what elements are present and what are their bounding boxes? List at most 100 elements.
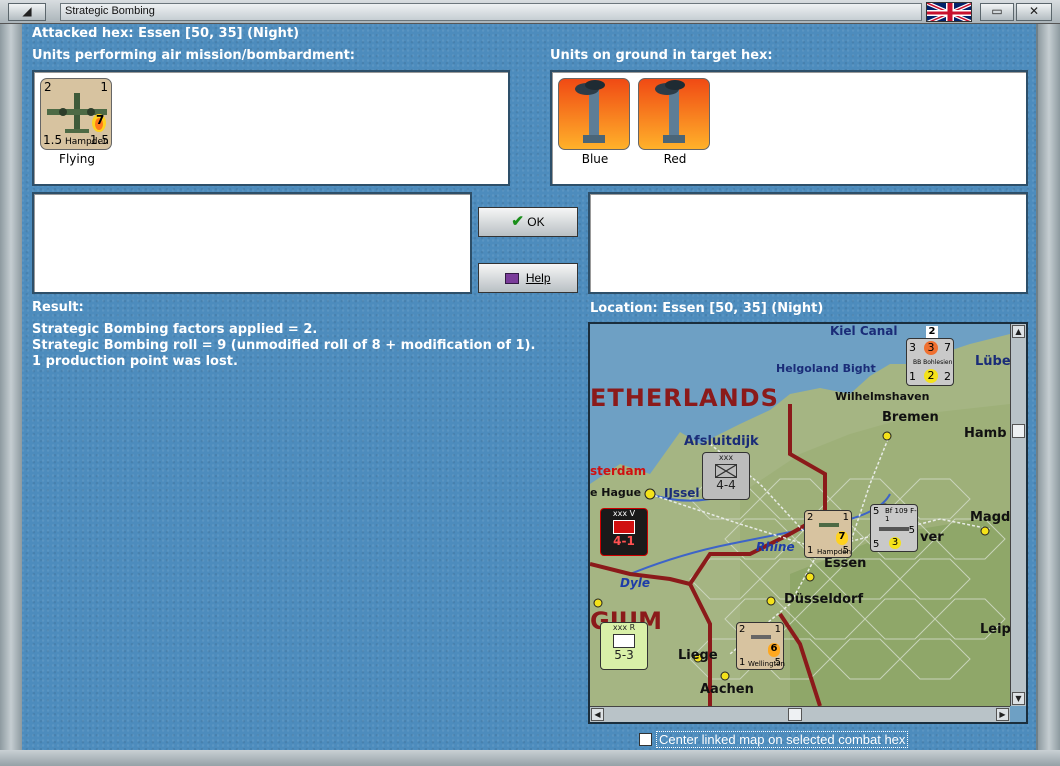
counter-name: Bf 109 F-1	[885, 507, 917, 523]
counter-size: xxx	[612, 623, 628, 632]
horizontal-scroll-thumb[interactable]	[788, 708, 802, 721]
counter-value: 5-3	[614, 648, 634, 662]
map-label-afsluitdijk: Afsluitdijk	[684, 434, 759, 449]
defender-unit-red[interactable]: Red	[638, 78, 712, 166]
factory-counter	[558, 78, 630, 150]
defenders-panel[interactable]: Blue Red	[550, 70, 1028, 186]
map-label-aachen: Aachen	[700, 682, 754, 697]
ok-button-label: OK	[527, 215, 545, 229]
counter-value: 5	[873, 539, 880, 550]
vertical-scroll-thumb[interactable]	[1012, 424, 1025, 438]
attacked-hex-label: Attacked hex: Essen [50, 35] (Night)	[32, 26, 300, 41]
scroll-right-icon[interactable]: ▶	[996, 708, 1009, 721]
left-border	[0, 24, 22, 750]
counter-value: 3	[924, 341, 938, 355]
counter-type: BB Bohlesien	[913, 359, 953, 366]
factory-icon	[655, 80, 685, 143]
counter-value: 5	[873, 506, 880, 517]
map-counter-hampden[interactable]: 2 1 7 1 Hampden 5	[804, 510, 852, 558]
help-book-icon	[505, 273, 520, 285]
title-bar: ◢ Strategic Bombing ▭ ✕	[0, 0, 1060, 24]
unit-status: Flying	[59, 152, 95, 166]
map-counter-corps-red[interactable]: xxx V 4-1	[600, 508, 648, 556]
map-label-liege: Liege	[678, 648, 718, 663]
result-line: 1 production point was lost.	[32, 354, 238, 369]
checkmark-icon: ✔	[511, 213, 524, 230]
map-label-leipzig: Leip	[980, 622, 1011, 637]
scroll-left-icon[interactable]: ◀	[591, 708, 604, 721]
map-label-amsterdam: sterdam	[590, 464, 647, 478]
map-label-dusseldorf: Düsseldorf	[784, 592, 864, 607]
system-menu-button[interactable]: ◢	[8, 3, 46, 21]
map-counter-wellington[interactable]: 2 1 6 1 Wellington 5	[736, 622, 785, 670]
counter-factor: 7	[836, 531, 848, 545]
factory-icon	[575, 80, 605, 143]
map-label-helgoland: Helgoland Bight	[776, 362, 876, 375]
counter-tag: V	[629, 509, 636, 518]
map-label-wilhelmshaven: Wilhelmshaven	[835, 390, 930, 403]
right-border	[1038, 24, 1060, 750]
infantry-icon	[715, 464, 737, 478]
counter-value: 5	[774, 657, 781, 668]
result-line: Strategic Bombing roll = 9 (unmodified r…	[32, 338, 536, 353]
counter-factor: 3	[889, 537, 901, 549]
counter-value: 2	[924, 369, 938, 383]
map-label-kiel: Kiel Canal	[830, 324, 898, 338]
help-button[interactable]: Help	[478, 263, 578, 293]
counter-value: 4-4	[716, 478, 736, 492]
map-vertical-scrollbar[interactable]: ▲ ▼	[1010, 324, 1026, 706]
close-button[interactable]: ✕	[1016, 3, 1052, 21]
counter-value: 2	[739, 624, 746, 635]
help-button-label: Help	[525, 271, 551, 285]
minimize-icon: ◢	[22, 4, 32, 18]
scroll-down-icon[interactable]: ▼	[1012, 692, 1025, 705]
center-map-checkbox[interactable]	[639, 733, 652, 746]
uk-flag-icon[interactable]	[926, 2, 972, 22]
infantry-icon	[613, 520, 635, 534]
result-line: Strategic Bombing factors applied = 2.	[32, 322, 318, 337]
unit-range-top-left: 2	[44, 80, 52, 94]
infantry-icon	[613, 634, 635, 648]
map-horizontal-scrollbar[interactable]: ◀ ▶	[590, 706, 1010, 722]
defender-details-panel[interactable]	[588, 192, 1028, 294]
map-label-hanover: ver	[920, 530, 944, 545]
scroll-up-icon[interactable]: ▲	[1012, 325, 1025, 338]
counter-value: 1	[739, 657, 746, 668]
defenders-label: Units on ground in target hex:	[550, 48, 773, 63]
ok-button[interactable]: ✔ OK	[478, 207, 578, 237]
counter-value: 3	[909, 341, 916, 354]
status-bar	[0, 750, 1060, 766]
attacker-details-panel[interactable]	[32, 192, 472, 294]
map-label-hamburg: Hamb	[964, 426, 1007, 441]
map-label-netherlands: ETHERLANDS	[590, 384, 779, 412]
attackers-label: Units performing air mission/bombardment…	[32, 48, 356, 63]
map-counter-corps-fr[interactable]: xxx R 5-3	[600, 622, 648, 670]
counter-size: xxx	[718, 453, 734, 462]
counter-size: xxx	[612, 509, 628, 518]
combat-map[interactable]: Kiel Canal Lübe Helgoland Bight Wilhelms…	[588, 322, 1028, 724]
map-counter-bf109[interactable]: 5 Bf 109 F-1 5 3 5	[870, 504, 918, 552]
center-map-label[interactable]: Center linked map on selected combat hex	[656, 731, 909, 748]
unit-strategic-factor: 7	[96, 113, 105, 127]
unit-status: Red	[663, 152, 687, 166]
map-counter-bohlesien[interactable]: 3 3 7 BB Bohlesien 1 2 2	[906, 338, 954, 386]
map-label-lubeck: Lübe	[975, 354, 1011, 369]
counter-tag: R	[629, 623, 636, 632]
counter-factor: 6	[768, 643, 780, 657]
map-counter-corps-nl[interactable]: xxx 4-4	[702, 452, 750, 500]
attackers-panel[interactable]: 2 1 1.5 1.5 Hampden 7 Flying	[32, 70, 510, 186]
map-label-rhine: Rhine	[756, 540, 795, 554]
defender-unit-blue[interactable]: Blue	[558, 78, 632, 166]
window-title: Strategic Bombing	[60, 3, 922, 21]
location-label: Location: Essen [50, 35] (Night)	[590, 301, 824, 316]
counter-value: 2	[944, 370, 951, 383]
bomber-icon	[819, 523, 839, 527]
restore-icon: ▭	[991, 4, 1003, 18]
counter-value: 4-1	[613, 534, 635, 548]
unit-status: Blue	[581, 152, 609, 166]
restore-button[interactable]: ▭	[980, 3, 1014, 21]
unit-value-bottom-left: 1.5	[43, 133, 63, 147]
result-label: Result:	[32, 300, 84, 315]
unit-value-top-right: 1	[100, 80, 108, 94]
attacker-unit-hampden[interactable]: 2 1 1.5 1.5 Hampden 7 Flying	[40, 78, 114, 166]
